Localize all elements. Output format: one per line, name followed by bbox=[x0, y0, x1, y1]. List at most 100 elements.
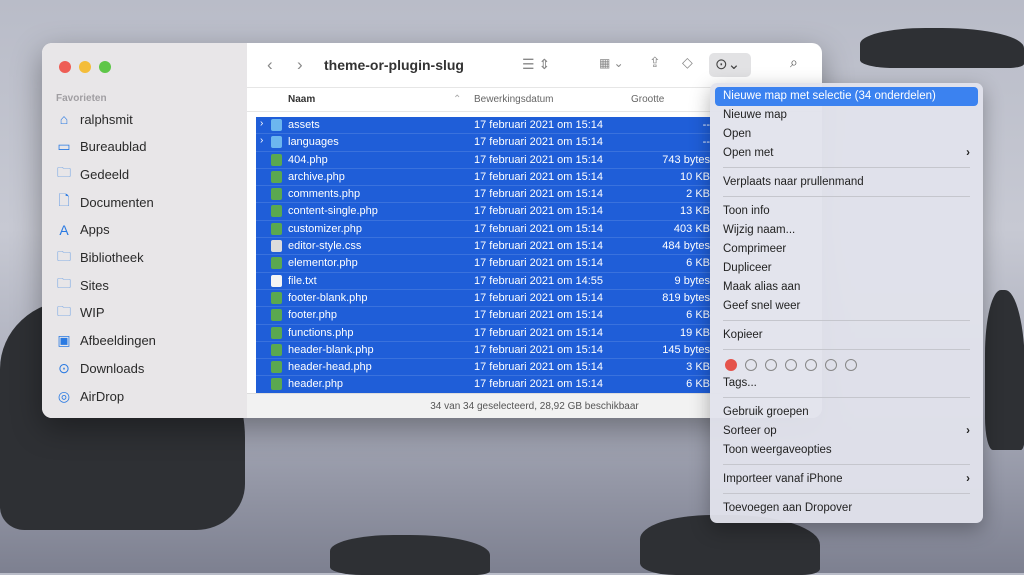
menu-item-sorteer-op[interactable]: Sorteer op › bbox=[715, 422, 978, 441]
file-row[interactable]: footer-blank.php 17 februari 2021 om 15:1… bbox=[256, 289, 710, 308]
list-view-icon[interactable]: ☰ ⇕ bbox=[522, 56, 550, 73]
menu-item-label: Gebruik groepen bbox=[723, 406, 809, 418]
tag-color-dot[interactable] bbox=[785, 358, 797, 371]
tag-color-dot[interactable] bbox=[725, 358, 737, 371]
zoom-button[interactable] bbox=[99, 61, 111, 73]
tag-color-dot[interactable] bbox=[805, 358, 817, 371]
window-title: theme-or-plugin-slug bbox=[324, 57, 464, 73]
file-date: 17 februari 2021 om 14:55 bbox=[474, 274, 604, 287]
menu-item-toevoegen-aan-dropover[interactable]: Toevoegen aan Dropover bbox=[715, 499, 978, 518]
file-row[interactable]: elementor.php 17 februari 2021 om 15:14 6 … bbox=[256, 255, 710, 273]
sidebar-item-sites[interactable]: 🗀 Sites bbox=[56, 273, 109, 297]
file-row[interactable]: editor-style.css 17 februari 2021 om 15:1… bbox=[256, 238, 710, 256]
sidebar-item-ralphsmit[interactable]: ⌂ ralphsmit bbox=[56, 107, 133, 131]
tag-color-dot[interactable] bbox=[745, 358, 757, 371]
chevron-right-icon: › bbox=[966, 473, 970, 485]
menu-item-toon-info[interactable]: Toon info bbox=[715, 202, 978, 221]
menu-item-comprimeer[interactable]: Comprimeer bbox=[715, 240, 978, 259]
file-row[interactable]: comments.php 17 februari 2021 om 15:14 2 K… bbox=[256, 186, 710, 204]
sidebar-item-bureaublad[interactable]: ▭ Bureaublad bbox=[56, 135, 147, 159]
close-button[interactable] bbox=[59, 61, 71, 73]
sidebar-item-label: Sites bbox=[80, 277, 109, 293]
sidebar-item-label: Downloads bbox=[80, 360, 145, 376]
disclosure-chevron-icon[interactable]: › bbox=[260, 118, 263, 129]
sidebar-item-label: WIP bbox=[80, 305, 105, 321]
forward-button[interactable]: › bbox=[297, 55, 303, 75]
menu-item-gebruik-groepen[interactable]: Gebruik groepen bbox=[715, 403, 978, 422]
tag-color-dot[interactable] bbox=[845, 358, 857, 371]
menu-item-label: Open met bbox=[723, 147, 774, 159]
menu-item-importeer-vanaf-iphone[interactable]: Importeer vanaf iPhone › bbox=[715, 470, 978, 489]
file-date: 17 februari 2021 om 15:14 bbox=[474, 343, 604, 356]
file-row[interactable]: header-blank.php 17 februari 2021 om 15:1… bbox=[256, 341, 710, 360]
menu-item-kopieer[interactable]: Kopieer bbox=[715, 326, 978, 345]
sidebar-item-apps[interactable]: A Apps bbox=[56, 218, 110, 242]
file-row[interactable]: › assets 17 februari 2021 om 15:14 -- bbox=[256, 117, 710, 135]
tag-color-dot[interactable] bbox=[765, 358, 777, 371]
file-name: functions.php bbox=[288, 326, 354, 339]
sidebar-item-afbeeldingen[interactable]: ▣ Afbeeldingen bbox=[56, 329, 156, 353]
menu-item-maak-alias-aan[interactable]: Maak alias aan bbox=[715, 278, 978, 297]
menu-item-label: Dupliceer bbox=[723, 262, 772, 274]
menu-item-label: Verplaats naar prullenmand bbox=[723, 176, 864, 188]
menu-item-open[interactable]: Open bbox=[715, 125, 978, 144]
tag-icon[interactable]: ◇ bbox=[682, 54, 693, 71]
minimize-button[interactable] bbox=[79, 61, 91, 73]
sidebar-item-gedeeld[interactable]: 🗀 Gedeeld bbox=[56, 162, 129, 186]
share-icon[interactable]: ⇪ bbox=[649, 54, 661, 71]
sidebar-item-bibliotheek[interactable]: 🗀 Bibliotheek bbox=[56, 246, 144, 270]
menu-item-nieuwe-map[interactable]: Nieuwe map bbox=[715, 106, 978, 125]
sidebar-item-wip[interactable]: 🗀 WIP bbox=[56, 301, 105, 325]
file-row[interactable]: archive.php 17 februari 2021 om 15:14 10 K… bbox=[256, 168, 710, 187]
menu-item-nieuwe-map-met-selectie-34-onderdelen[interactable]: Nieuwe map met selectie (34 onderdelen) bbox=[715, 87, 978, 106]
file-row[interactable]: footer.php 17 februari 2021 om 15:14 6 KB bbox=[256, 307, 710, 325]
file-date: 17 februari 2021 om 15:14 bbox=[474, 153, 604, 166]
background-rock bbox=[985, 290, 1024, 450]
file-size: -- bbox=[702, 119, 710, 131]
tag-color-dot[interactable] bbox=[825, 358, 837, 371]
desktop-icon: ▭ bbox=[57, 138, 71, 155]
file-row[interactable]: functions.php 17 februari 2021 om 15:14 19… bbox=[256, 324, 710, 342]
file-date: 17 februari 2021 om 15:14 bbox=[474, 240, 604, 253]
menu-item-verplaats-naar-prullenmand[interactable]: Verplaats naar prullenmand bbox=[715, 173, 978, 192]
ellipsis-circle-icon: ⊙⌄ bbox=[715, 56, 741, 73]
php-file-icon bbox=[271, 170, 282, 183]
back-button[interactable]: ‹ bbox=[267, 55, 273, 75]
file-row[interactable]: content-single.php 17 februari 2021 om 15… bbox=[256, 203, 710, 221]
column-date[interactable]: Bewerkingsdatum bbox=[474, 94, 553, 105]
column-size[interactable]: Grootte bbox=[631, 94, 664, 105]
document-icon: 🗋 bbox=[58, 192, 70, 209]
sidebar-item-label: Bureaublad bbox=[80, 139, 147, 155]
file-row[interactable]: file.txt 17 februari 2021 om 14:55 9 bytes bbox=[256, 272, 710, 290]
sidebar-item-airdrop[interactable]: ◎ AirDrop bbox=[56, 384, 124, 408]
file-row[interactable]: header.php 17 februari 2021 om 15:14 6 KB bbox=[256, 376, 710, 394]
sidebar-item-label: Bibliotheek bbox=[80, 250, 144, 265]
menu-item-open-met[interactable]: Open met › bbox=[715, 144, 978, 163]
php-file-icon bbox=[271, 378, 282, 391]
file-row[interactable]: 404.php 17 februari 2021 om 15:14 743 byte… bbox=[256, 151, 710, 169]
file-size: 743 bytes bbox=[662, 153, 710, 166]
file-date: 17 februari 2021 om 15:14 bbox=[474, 222, 604, 235]
disclosure-chevron-icon[interactable]: › bbox=[260, 135, 263, 146]
file-row[interactable]: customizer.php 17 februari 2021 om 15:14 4… bbox=[256, 220, 710, 239]
column-name[interactable]: Naam bbox=[288, 94, 315, 105]
menu-item-toon-weergaveopties[interactable]: Toon weergaveopties bbox=[715, 441, 978, 460]
menu-separator bbox=[723, 320, 970, 321]
menu-item-dupliceer[interactable]: Dupliceer bbox=[715, 259, 978, 278]
sidebar-item-downloads[interactable]: ⊙ Downloads bbox=[56, 356, 144, 380]
folder-file-icon bbox=[271, 119, 282, 131]
file-row[interactable]: header-head.php 17 februari 2021 om 15:14… bbox=[256, 359, 710, 377]
menu-item-wijzig-naam[interactable]: Wijzig naam... bbox=[715, 221, 978, 240]
sidebar-item-label: Afbeeldingen bbox=[80, 333, 156, 349]
folder-icon: 🗀 bbox=[57, 275, 71, 292]
menu-item-geef-snel-weer[interactable]: Geef snel weer bbox=[715, 297, 978, 316]
file-row[interactable]: › languages 17 februari 2021 om 15:14 -- bbox=[256, 134, 710, 152]
php-file-icon bbox=[271, 291, 282, 304]
menu-item-tags[interactable]: Tags... bbox=[715, 374, 978, 393]
sidebar-item-documenten[interactable]: 🗋 Documenten bbox=[56, 190, 153, 214]
sidebar-item-label: Apps bbox=[80, 222, 110, 238]
search-icon[interactable]: ⌕ bbox=[790, 54, 798, 71]
php-file-icon bbox=[271, 361, 282, 374]
group-view-icon[interactable]: ▦ ⌄ bbox=[599, 56, 624, 70]
more-actions-button[interactable]: ⊙⌄ bbox=[709, 53, 751, 77]
